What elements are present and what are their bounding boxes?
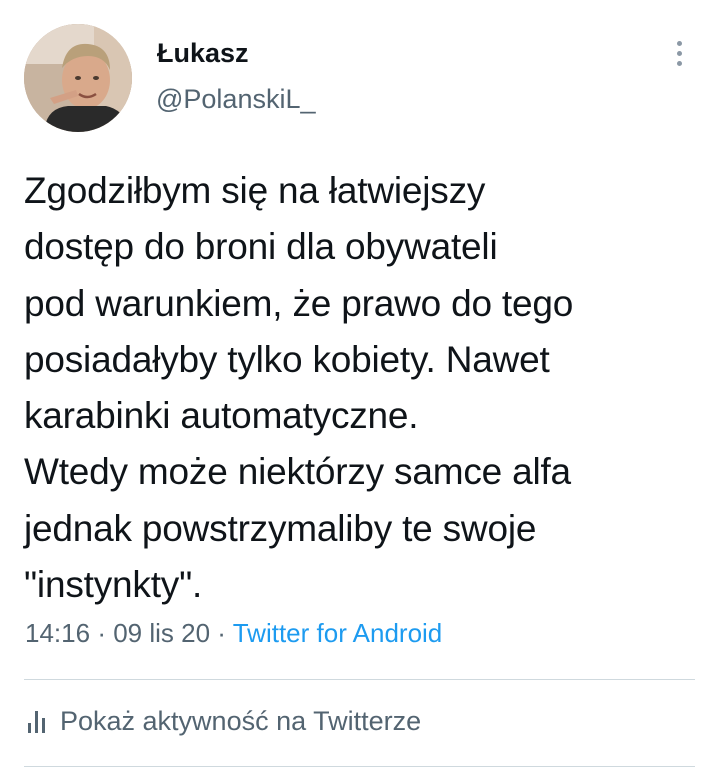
more-icon-dot [677,61,682,66]
bar-chart-icon [26,709,48,733]
tweet-text-line: posiadałyby tylko kobiety. Nawet [24,338,550,380]
tweet-time[interactable]: 14:16 [25,618,90,648]
tweet-text-line: karabinki automatyczne. [24,395,419,437]
meta-separator: · [97,618,106,648]
tweet-text-line: dostęp do broni dla obywateli [24,226,498,268]
avatar[interactable] [24,24,132,132]
tweet-text-line: Wtedy może niektórzy samce alfa [24,451,571,493]
more-icon [677,41,682,46]
tweet-source-link[interactable]: Twitter for Android [233,618,443,648]
more-icon-dot [677,51,682,56]
tweet-text: Zgodziłbym się na łatwiejszy dostęp do b… [24,163,704,613]
view-activity-label: Pokaż aktywność na Twitterze [60,706,422,736]
tweet-detail: Łukasz @PolanskiL_ Zgodziłbym się na łat… [0,0,718,770]
divider [24,679,695,680]
avatar-photo [24,24,132,132]
author-display-name[interactable]: Łukasz [157,38,249,69]
more-options-button[interactable] [664,36,694,72]
tweet-text-line: jednak powstrzymaliby te swoje [24,507,537,549]
tweet-meta: 14:16 · 09 lis 20 · Twitter for Android [25,618,442,649]
tweet-date[interactable]: 09 lis 20 [113,618,210,648]
view-activity-button[interactable]: Pokaż aktywność na Twitterze [26,706,421,737]
tweet-text-line: "instynkty". [24,564,203,606]
author-handle[interactable]: @PolanskiL_ [156,84,316,115]
tweet-text-line: pod warunkiem, że prawo do tego [24,282,574,324]
meta-separator: · [217,618,226,648]
tweet-text-line: Zgodziłbym się na łatwiejszy [24,170,486,211]
divider [24,766,695,767]
